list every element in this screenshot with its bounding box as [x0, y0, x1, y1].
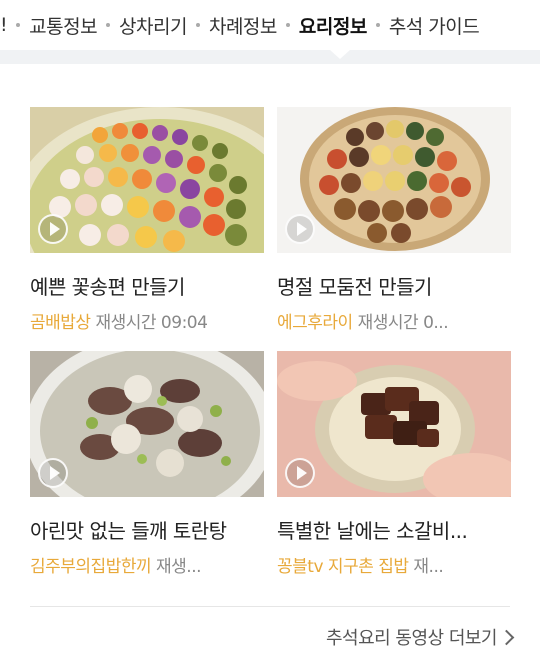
video-meta: 꽁블tv 지구촌 집밥 재... — [277, 552, 511, 577]
play-icon[interactable] — [38, 214, 68, 244]
nav-separator — [375, 23, 380, 27]
video-title[interactable]: 특별한 날에는 소갈비... — [277, 515, 511, 544]
nav-separator — [285, 23, 290, 27]
video-duration: 재생시간 0... — [357, 313, 449, 333]
video-card[interactable]: 특별한 날에는 소갈비... 꽁블tv 지구촌 집밥 재... — [277, 351, 511, 577]
nav-item-traffic[interactable]: 교통정보 — [29, 12, 97, 39]
video-title[interactable]: 예쁜 꽃송편 만들기 — [30, 271, 264, 300]
video-source[interactable]: 곰배밥상 — [30, 313, 91, 333]
nav-item-chuseok-guide[interactable]: 추석 가이드 — [389, 12, 480, 39]
nav-separator — [106, 23, 111, 27]
video-title[interactable]: 아린맛 없는 들깨 토란탕 — [30, 515, 264, 544]
video-thumbnail[interactable] — [30, 107, 264, 253]
more-videos-link[interactable]: 추석요리 동영상 더보기 — [325, 624, 515, 650]
video-card[interactable]: 예쁜 꽃송편 만들기 곰배밥상 재생시간 09:04 — [30, 107, 264, 333]
nav-separator — [195, 23, 200, 27]
video-source[interactable]: 꽁블tv 지구촌 집밥 — [277, 557, 409, 577]
nav-separator — [16, 23, 21, 27]
section-divider — [30, 606, 510, 607]
play-icon[interactable] — [285, 214, 315, 244]
nav-shadow-band — [0, 50, 540, 64]
video-duration: 재생시간 09:04 — [95, 313, 208, 333]
video-meta: 김주부의집밥한끼 재생... — [30, 552, 264, 577]
video-card[interactable]: 아린맛 없는 들깨 토란탕 김주부의집밥한끼 재생... — [30, 351, 264, 577]
video-thumbnail[interactable] — [277, 107, 511, 253]
video-source[interactable]: 김주부의집밥한끼 — [30, 557, 152, 577]
nav-item-cooking[interactable]: 요리정보 — [299, 12, 367, 39]
chevron-right-icon — [498, 629, 515, 645]
category-nav: ! 교통정보 상차리기 차례정보 요리정보 추석 가이드 — [0, 0, 540, 50]
nav-item-prev[interactable]: ! — [0, 14, 8, 36]
play-icon[interactable] — [38, 458, 68, 488]
video-meta: 에그후라이 재생시간 0... — [277, 308, 511, 333]
active-tab-indicator — [330, 50, 350, 59]
video-source[interactable]: 에그후라이 — [277, 313, 353, 333]
video-duration: 재생... — [156, 557, 202, 577]
video-meta: 곰배밥상 재생시간 09:04 — [30, 308, 264, 333]
video-thumbnail[interactable] — [277, 351, 511, 497]
nav-item-table-setting[interactable]: 상차리기 — [119, 12, 187, 39]
nav-item-ancestral-rite[interactable]: 차례정보 — [209, 12, 277, 39]
more-videos-label: 추석요리 동영상 더보기 — [325, 628, 498, 649]
video-title[interactable]: 명절 모둠전 만들기 — [277, 271, 511, 300]
video-thumbnail[interactable] — [30, 351, 264, 497]
play-icon[interactable] — [285, 458, 315, 488]
video-card[interactable]: 명절 모둠전 만들기 에그후라이 재생시간 0... — [277, 107, 511, 333]
video-duration: 재... — [413, 557, 444, 577]
